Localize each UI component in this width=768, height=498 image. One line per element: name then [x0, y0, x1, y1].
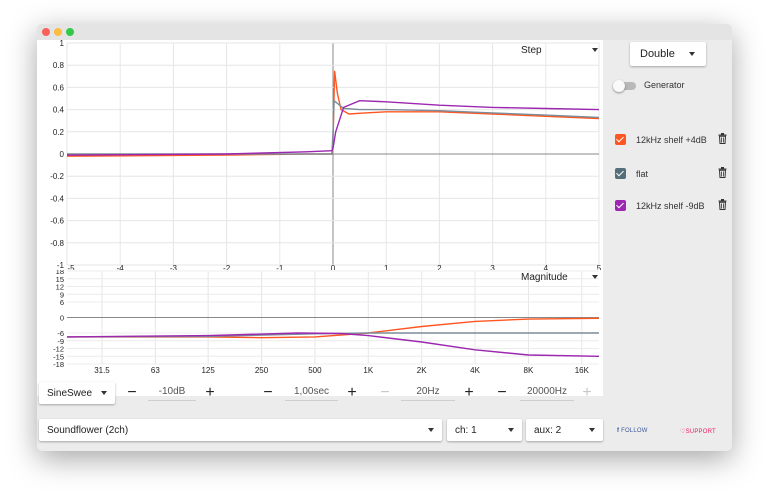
duration-increase-button[interactable]: + [345, 385, 359, 401]
chevron-down-icon [592, 48, 598, 52]
title-bar [37, 24, 732, 40]
level-increase-button[interactable]: + [203, 385, 217, 401]
x-tick-label: 63 [151, 366, 160, 375]
step-mode-label: Step [521, 44, 542, 56]
magnitude-mode-label: Magnitude [521, 271, 568, 283]
zoom-window-button[interactable] [66, 28, 74, 36]
trash-icon[interactable] [718, 199, 727, 210]
level-decrease-button[interactable]: − [125, 385, 139, 401]
y-tick-label: 0 [60, 150, 65, 159]
y-tick-label: -1 [57, 261, 65, 270]
chevron-down-icon [589, 428, 595, 432]
chevron-down-icon [592, 275, 598, 279]
generator-toggle[interactable] [613, 80, 636, 92]
start-freq-decrease-button[interactable]: − [378, 385, 392, 401]
x-tick-label: 125 [201, 366, 215, 375]
aux-value: aux: 2 [534, 424, 562, 436]
x-tick-label: 31.5 [94, 366, 110, 375]
y-tick-label: -0.4 [50, 194, 64, 203]
filter-label: 12kHz shelf +4dB [636, 135, 707, 145]
start-freq-increase-button[interactable]: + [462, 385, 476, 401]
y-tick-label: 6 [60, 298, 64, 307]
charts-area: 1 0.8 0.6 0.4 0.2 0 -0.2 -0.4 -0.6 -0.8 -1 -5 -4 -3 -2… [37, 40, 603, 396]
display-mode-button[interactable]: Double [630, 42, 706, 66]
end-freq-increase-button[interactable]: + [580, 385, 594, 401]
duration-decrease-button[interactable]: − [261, 385, 275, 401]
signal-type-value: SineSwee [47, 387, 93, 399]
close-window-button[interactable] [42, 28, 50, 36]
filter-checkbox[interactable] [615, 200, 626, 211]
generator-label: Generator [644, 80, 685, 90]
duration-field[interactable]: 1,00sec [285, 385, 338, 401]
x-tick-label: 250 [255, 366, 269, 375]
trash-icon[interactable] [718, 133, 727, 144]
filter-item: flat [615, 167, 730, 181]
end-freq-decrease-button[interactable]: − [495, 385, 509, 401]
chevron-down-icon [428, 428, 434, 432]
trash-icon[interactable] [718, 167, 727, 178]
toggle-knob [613, 80, 625, 92]
filter-label: 12kHz shelf -9dB [636, 201, 705, 211]
follow-label: FOLLOW [621, 428, 648, 434]
series-line [67, 317, 600, 339]
x-tick-label: 1K [363, 366, 373, 375]
audio-device-value: Soundflower (2ch) [47, 424, 129, 436]
filter-checkbox[interactable] [615, 134, 626, 145]
sidebar: Double Generator 12kHz shelf +4dB flat 1… [603, 40, 732, 396]
y-tick-label: 1 [60, 40, 65, 48]
y-tick-label: -18 [53, 360, 64, 369]
filter-item: 12kHz shelf -9dB [615, 199, 730, 213]
x-tick-label: 16K [575, 366, 590, 375]
app-window: 1 0.8 0.6 0.4 0.2 0 -0.2 -0.4 -0.6 -0.8 -1 -5 -4 -3 -2… [37, 24, 732, 451]
end-freq-field[interactable]: 20000Hz [520, 385, 574, 401]
y-tick-label: 0.2 [53, 128, 65, 137]
y-tick-label: -0.2 [50, 172, 64, 181]
step-chart: 10.80.60.40.20-0.2-0.4-0.6-0.8-1 -5 -4 -3 -2… [50, 40, 602, 270]
x-tick-label: 500 [308, 366, 322, 375]
minimize-window-button[interactable] [54, 28, 62, 36]
y-tick-label: -0.8 [50, 239, 64, 248]
level-field[interactable]: -10dB [148, 385, 196, 401]
follow-link[interactable]: f FOLLOW [617, 428, 648, 434]
start-freq-field[interactable]: 20Hz [401, 385, 455, 401]
y-tick-label: 0 [60, 314, 64, 323]
aux-select[interactable]: aux: 2 [526, 419, 603, 441]
channel-select[interactable]: ch: 1 [447, 419, 522, 441]
channel-value: ch: 1 [455, 424, 477, 436]
y-tick-label: 0.4 [53, 106, 65, 115]
chevron-down-icon [508, 428, 514, 432]
chevron-down-icon [689, 52, 695, 56]
signal-type-select[interactable]: SineSwee [39, 382, 115, 404]
display-mode-label: Double [640, 48, 675, 60]
chevron-down-icon [101, 391, 107, 395]
x-tick-label: 8K [524, 366, 534, 375]
support-label: SUPPORT [685, 429, 716, 435]
magnitude-mode-dropdown[interactable]: Magnitude [521, 270, 598, 284]
x-tick-label: 2K [417, 366, 427, 375]
series-line [66, 332, 600, 357]
support-link[interactable]: ♡SUPPORT [680, 428, 716, 435]
audio-device-select[interactable]: Soundflower (2ch) [39, 419, 442, 441]
filter-checkbox[interactable] [615, 168, 626, 179]
y-tick-label: 0.6 [53, 83, 65, 92]
filter-item: 12kHz shelf +4dB [615, 133, 730, 147]
filter-label: flat [636, 169, 649, 179]
x-tick-label: 4K [470, 366, 480, 375]
y-tick-label: -0.6 [50, 217, 64, 226]
step-mode-dropdown[interactable]: Step [521, 43, 598, 57]
magnitude-chart: 181512960-6-9-12-15-1831.5 63 125 250 500 1K 2… [53, 270, 600, 375]
y-tick-label: 0.8 [53, 61, 65, 70]
